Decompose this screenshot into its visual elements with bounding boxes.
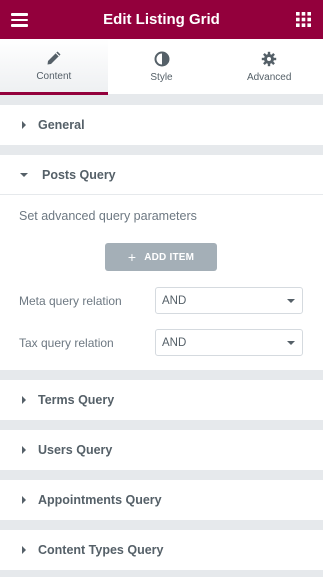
section-content-types-query[interactable]: Content Types Query xyxy=(0,530,323,570)
caret-right-icon xyxy=(22,121,26,129)
section-appointments-query[interactable]: Appointments Query xyxy=(0,480,323,520)
dropdown-arrow-icon xyxy=(287,299,295,303)
tab-style[interactable]: Style xyxy=(107,39,216,95)
tax-query-relation-value: AND xyxy=(162,336,187,349)
panel-header: Edit Listing Grid xyxy=(0,0,323,39)
half-circle-icon xyxy=(154,51,169,66)
section-posts-query[interactable]: Posts Query xyxy=(0,155,323,194)
meta-query-relation-select[interactable]: AND xyxy=(155,287,303,314)
gear-icon xyxy=(261,51,277,66)
section-users-query-label: Users Query xyxy=(38,443,113,457)
section-general[interactable]: General xyxy=(0,105,323,145)
caret-right-icon xyxy=(22,546,26,554)
tab-content-label: Content xyxy=(36,70,72,82)
section-general-label: General xyxy=(38,118,85,132)
panel-title: Edit Listing Grid xyxy=(103,11,220,28)
add-item-label: ADD ITEM xyxy=(144,251,195,263)
meta-query-relation-value: AND xyxy=(162,294,187,307)
section-appointments-query-label: Appointments Query xyxy=(38,493,162,507)
section-content-types-query-label: Content Types Query xyxy=(38,543,164,557)
section-terms-query-label: Terms Query xyxy=(38,393,115,407)
posts-query-body: Set advanced query parameters + ADD ITEM… xyxy=(0,195,323,370)
caret-right-icon xyxy=(22,396,26,404)
tab-style-label: Style xyxy=(150,71,173,83)
section-users-query[interactable]: Users Query xyxy=(0,430,323,470)
tab-advanced[interactable]: Advanced xyxy=(215,39,323,95)
add-item-button[interactable]: + ADD ITEM xyxy=(105,243,217,271)
tax-query-relation-select[interactable]: AND xyxy=(155,329,303,356)
pencil-icon xyxy=(47,51,61,64)
caret-right-icon xyxy=(22,446,26,454)
plus-icon: + xyxy=(127,249,137,265)
caret-down-icon xyxy=(20,172,28,177)
hamburger-icon[interactable] xyxy=(8,9,30,31)
dropdown-arrow-icon xyxy=(287,341,295,345)
section-terms-query[interactable]: Terms Query xyxy=(0,380,323,420)
apps-grid-icon[interactable] xyxy=(296,12,311,27)
tax-query-relation-label: Tax query relation xyxy=(19,336,114,350)
meta-query-relation-label: Meta query relation xyxy=(19,294,122,308)
section-posts-query-label: Posts Query xyxy=(42,167,116,182)
posts-query-description: Set advanced query parameters xyxy=(19,209,197,223)
tab-advanced-label: Advanced xyxy=(246,71,292,83)
caret-right-icon xyxy=(22,496,26,504)
tab-content[interactable]: Content xyxy=(0,39,108,95)
panel-tabs: Content Style Advanced xyxy=(0,39,323,95)
